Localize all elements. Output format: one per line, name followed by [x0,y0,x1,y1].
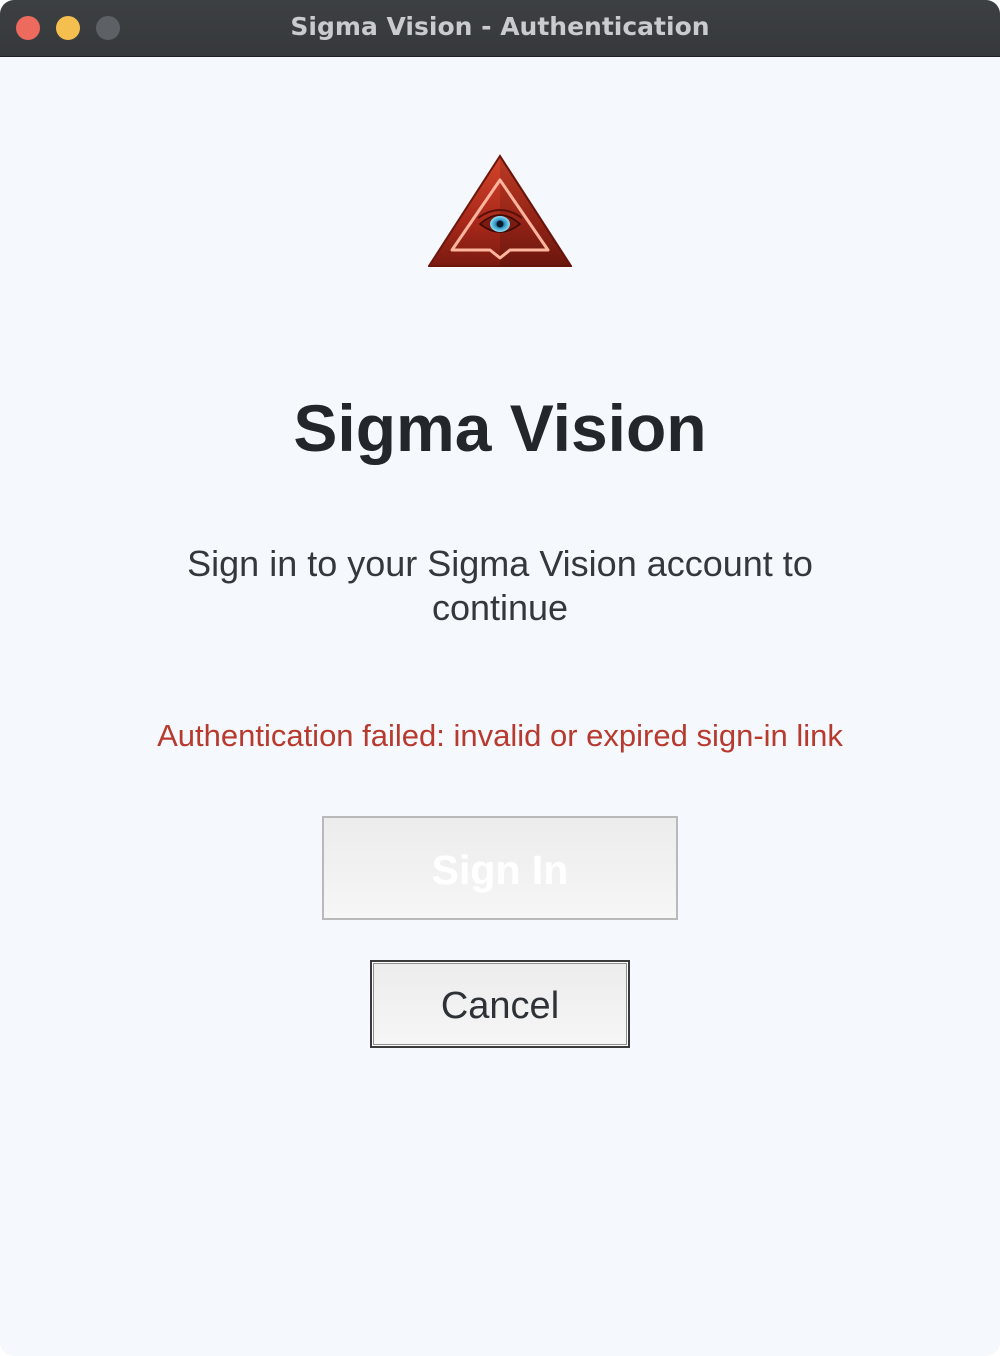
sign-in-button[interactable]: Sign In [322,816,678,920]
app-name-heading: Sigma Vision [293,391,707,465]
cancel-button[interactable]: Cancel [370,960,630,1048]
auth-window: Sigma Vision - Authentication Sigma Visi… [0,0,1000,1356]
title-bar[interactable]: Sigma Vision - Authentication [0,0,1000,57]
window-title: Sigma Vision - Authentication [290,12,710,41]
sign-in-subtitle: Sign in to your Sigma Vision account to … [187,543,813,628]
pyramid-eye-icon [428,154,572,267]
error-message: Authentication failed: invalid or expire… [157,718,843,753]
